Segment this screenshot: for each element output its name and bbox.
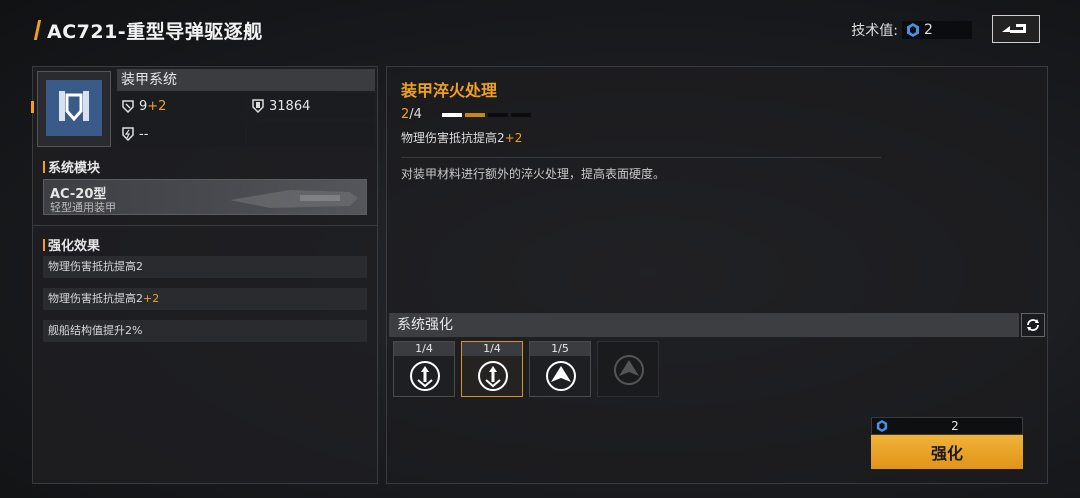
back-button[interactable] — [992, 15, 1040, 43]
stat-level-plus: +2 — [147, 98, 167, 114]
tech-value: 2 — [924, 22, 933, 38]
stat-extra: -- — [117, 121, 245, 147]
slot-count: 1/4 — [462, 342, 522, 356]
effect-text: 舰船结构值提升2% — [48, 324, 143, 337]
refresh-button[interactable] — [1021, 313, 1045, 337]
system-info-panel: 装甲系统 9 +2 31864 -- 系统模块 AC-20型 轻型通用装甲 强化效… — [31, 66, 378, 484]
effects-section-header: 强化效果 — [43, 235, 100, 254]
level-icon — [122, 100, 134, 113]
module-card[interactable]: AC-20型 轻型通用装甲 — [43, 179, 367, 215]
left-divider — [33, 225, 377, 226]
effect-row: 物理伤害抵抗提高2 — [43, 256, 367, 278]
module-art-icon — [230, 190, 358, 208]
stat-level-value: 9 — [139, 98, 148, 114]
slot-count: 1/5 — [530, 342, 590, 356]
enhance-slot[interactable]: 1/4 — [393, 341, 455, 397]
upgrade-detail-panel: 装甲淬火处理 2/4 物理伤害抵抗提高2+2 对装甲材料进行额外的淬火处理，提高… — [386, 66, 1048, 484]
effect-plus: +2 — [143, 292, 160, 305]
shield-bolt-icon — [122, 127, 134, 141]
system-icon-frame — [37, 71, 111, 147]
ship-emblem-icon — [546, 361, 576, 391]
tech-value-display: 技术值: 2 — [851, 20, 972, 40]
back-icon — [1002, 24, 1026, 33]
refresh-icon — [1027, 319, 1039, 331]
enhance-slot-selected[interactable]: 1/4 — [461, 341, 523, 397]
stat-hp-value: 31864 — [269, 98, 311, 114]
effect-row: 物理伤害抵抗提高2+2 — [43, 288, 367, 310]
enhance-cost-value: 2 — [951, 419, 959, 433]
stat-empty — [247, 121, 375, 147]
title-bar: AC721-重型导弹驱逐舰 — [33, 14, 263, 46]
enhance-slot-locked — [597, 341, 659, 397]
tech-label: 技术值: — [851, 23, 898, 39]
enhance-section-header: 系统强化 — [389, 313, 1019, 337]
level-pip — [487, 112, 508, 117]
upgrade-arrow-icon — [478, 361, 508, 391]
effect-text: 物理伤害抵抗提高2 — [48, 260, 143, 273]
module-section-header: 系统模块 — [43, 157, 100, 176]
level-max: /4 — [409, 107, 422, 122]
upgrade-title: 装甲淬火处理 — [401, 81, 498, 100]
level-pip — [464, 112, 485, 117]
level-pip — [510, 112, 531, 117]
stat-hp: 31864 — [247, 93, 375, 119]
upgrade-level: 2/4 — [401, 107, 534, 122]
effect-row: 舰船结构值提升2% — [43, 320, 367, 342]
upgrade-effect-text: 物理伤害抵抗提高2 — [401, 131, 505, 145]
tech-gem-icon — [876, 420, 888, 432]
upgrade-effect-plus: +2 — [504, 131, 523, 145]
armor-system-icon — [46, 80, 102, 136]
module-type: 轻型通用装甲 — [50, 201, 116, 214]
stat-level: 9 +2 — [117, 93, 245, 119]
upgrade-divider — [401, 157, 881, 158]
left-accent — [31, 101, 34, 113]
system-stats: 9 +2 31864 -- — [117, 93, 375, 147]
level-current: 2 — [401, 107, 410, 122]
tech-value-box: 2 — [902, 21, 972, 39]
upgrade-arrow-icon — [410, 361, 440, 391]
module-section-label: 系统模块 — [48, 161, 101, 176]
stat-extra-value: -- — [139, 126, 149, 142]
slot-count: 1/4 — [394, 342, 454, 356]
level-pip — [441, 112, 462, 117]
page-title: AC721-重型导弹驱逐舰 — [47, 20, 263, 43]
title-accent — [33, 20, 42, 40]
enhance-cost: 2 — [871, 417, 1023, 435]
enhance-button[interactable]: 强化 — [871, 435, 1023, 469]
shield-icon — [252, 99, 264, 113]
tech-gem-icon — [907, 23, 919, 37]
effect-text: 物理伤害抵抗提高2 — [48, 292, 143, 305]
level-pips — [441, 112, 534, 117]
effects-section-label: 强化效果 — [48, 239, 101, 254]
locked-emblem-icon — [614, 355, 644, 385]
enhance-slot[interactable]: 1/5 — [529, 341, 591, 397]
system-name: 装甲系统 — [117, 69, 375, 91]
upgrade-effect: 物理伤害抵抗提高2+2 — [401, 129, 522, 146]
upgrade-description: 对装甲材料进行额外的淬火处理，提高表面硬度。 — [401, 167, 666, 181]
